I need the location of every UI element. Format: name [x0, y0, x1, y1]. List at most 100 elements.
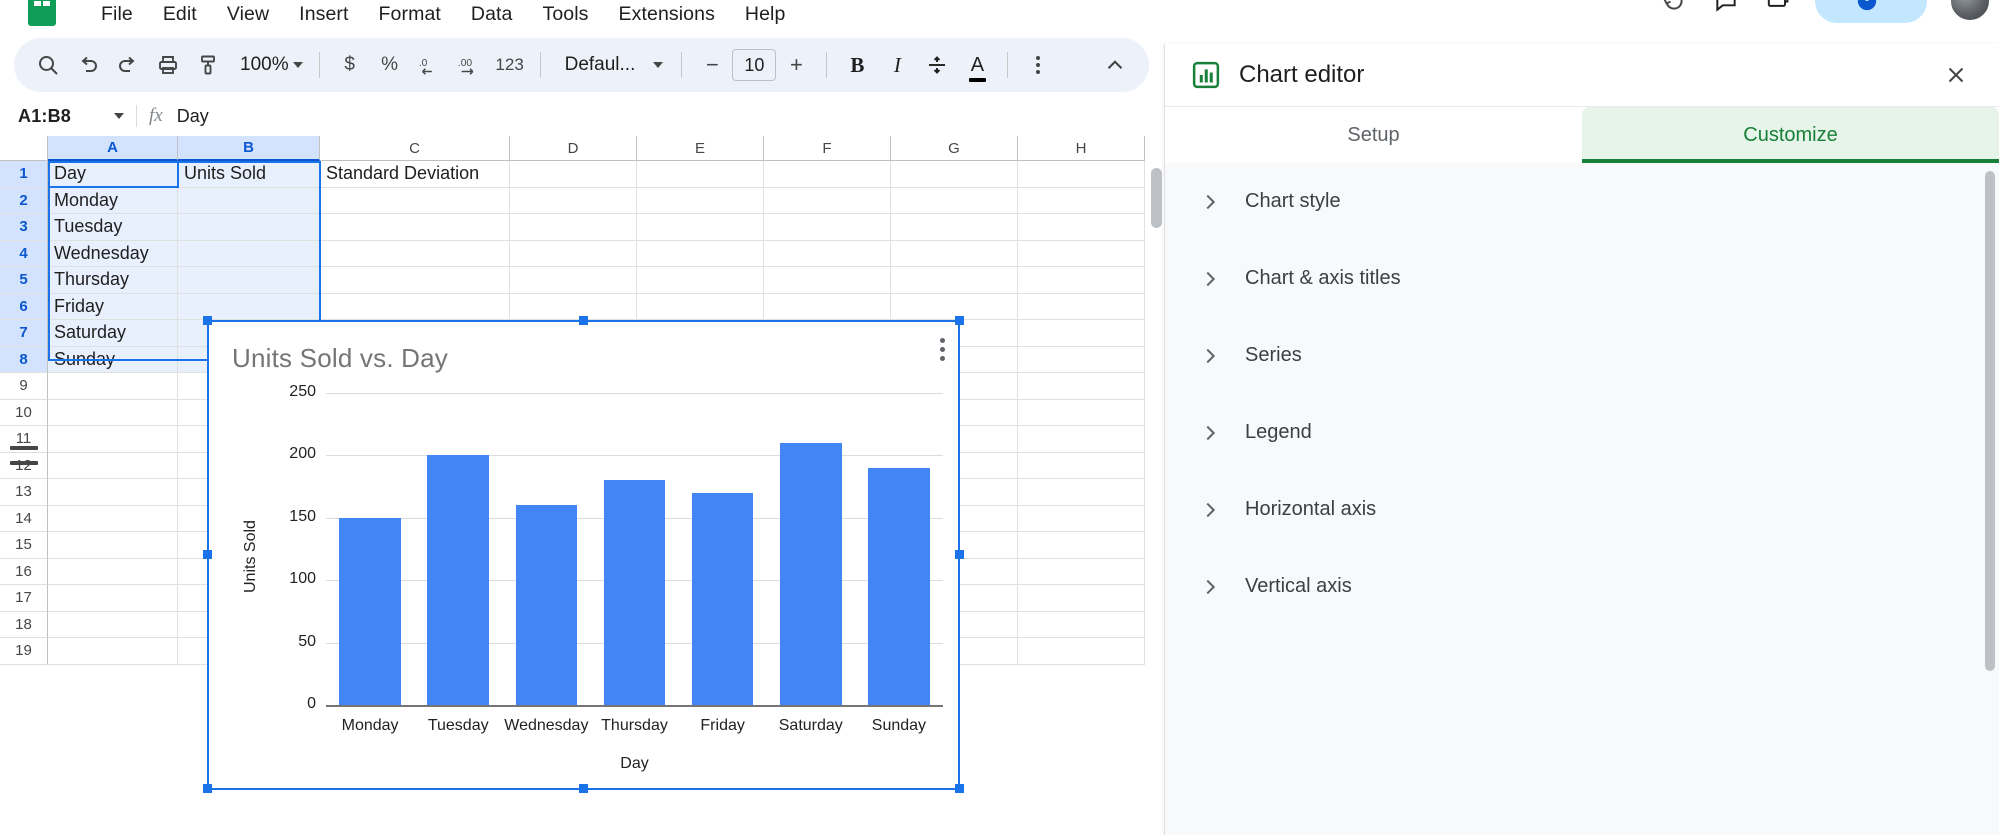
cell-E3[interactable] [637, 214, 764, 241]
row-header-14[interactable]: 14 [0, 505, 48, 532]
cell-A4[interactable]: Wednesday [48, 240, 178, 267]
cell-A15[interactable] [48, 532, 178, 559]
cell-H11[interactable] [1018, 426, 1145, 453]
column-header-b[interactable]: B [178, 136, 320, 161]
text-color-button[interactable]: A [957, 45, 997, 85]
row-header-8[interactable]: 8 [0, 346, 48, 373]
cell-E6[interactable] [637, 293, 764, 320]
cell-D6[interactable] [510, 293, 637, 320]
vertical-scrollbar[interactable] [1151, 168, 1162, 228]
menu-tools[interactable]: Tools [528, 0, 604, 30]
cell-H9[interactable] [1018, 373, 1145, 400]
row-header-7[interactable]: 7 [0, 320, 48, 347]
cell-D3[interactable] [510, 214, 637, 241]
number-format-button[interactable]: 123 [490, 45, 530, 85]
cell-C3[interactable] [320, 214, 510, 241]
row-header-16[interactable]: 16 [0, 558, 48, 585]
cell-B4[interactable] [178, 240, 320, 267]
cell-B2[interactable] [178, 187, 320, 214]
cell-H13[interactable] [1018, 479, 1145, 506]
menu-format[interactable]: Format [364, 0, 456, 30]
cell-A9[interactable] [48, 373, 178, 400]
strikethrough-icon[interactable] [917, 45, 957, 85]
increase-decimal-button[interactable]: .00 [450, 45, 490, 85]
cell-A14[interactable] [48, 505, 178, 532]
tab-setup[interactable]: Setup [1165, 107, 1582, 163]
menu-edit[interactable]: Edit [148, 0, 212, 30]
cell-G5[interactable] [891, 267, 1018, 294]
section-series[interactable]: Series [1165, 317, 1999, 394]
cell-A2[interactable]: Monday [48, 187, 178, 214]
menu-extensions[interactable]: Extensions [604, 0, 730, 30]
cell-G1[interactable] [891, 161, 1018, 188]
cell-A8[interactable]: Sunday [48, 346, 178, 373]
increase-font-size-button[interactable]: + [776, 45, 816, 85]
cell-H16[interactable] [1018, 558, 1145, 585]
undo-icon[interactable] [68, 45, 108, 85]
row-resize-indicator-top[interactable] [10, 446, 38, 450]
row-header-9[interactable]: 9 [0, 373, 48, 400]
cell-A12[interactable] [48, 452, 178, 479]
cell-H18[interactable] [1018, 611, 1145, 638]
decrease-decimal-button[interactable]: .0 [410, 45, 450, 85]
cell-H10[interactable] [1018, 399, 1145, 426]
chart-object[interactable]: Units Sold vs. Day 0 50 100 150 200 250 Monday… [207, 320, 960, 790]
row-header-1[interactable]: 1 [0, 161, 48, 188]
chevron-up-icon[interactable] [1095, 45, 1135, 85]
cell-H3[interactable] [1018, 214, 1145, 241]
cell-F6[interactable] [764, 293, 891, 320]
cell-D1[interactable] [510, 161, 637, 188]
cell-H15[interactable] [1018, 532, 1145, 559]
avatar[interactable] [1949, 0, 1991, 22]
zoom-control[interactable]: 100% [228, 45, 309, 85]
row-header-12[interactable]: 12 [0, 452, 48, 479]
google-sheets-icon[interactable] [22, 0, 62, 30]
bold-button[interactable]: B [837, 45, 877, 85]
chart-handle-ne[interactable] [955, 316, 964, 325]
menu-help[interactable]: Help [730, 0, 801, 30]
column-header-a[interactable]: A [48, 136, 178, 161]
redo-icon[interactable] [108, 45, 148, 85]
menu-file[interactable]: File [86, 0, 148, 30]
chart-handle-w[interactable] [203, 550, 212, 559]
panel-scrollbar[interactable] [1985, 171, 1995, 671]
cell-C5[interactable] [320, 267, 510, 294]
row-header-17[interactable]: 17 [0, 585, 48, 612]
cell-A1[interactable]: Day [48, 161, 178, 188]
cell-A18[interactable] [48, 611, 178, 638]
chart-handle-sw[interactable] [203, 784, 212, 793]
row-header-4[interactable]: 4 [0, 240, 48, 267]
cell-B6[interactable] [178, 293, 320, 320]
cell-D4[interactable] [510, 240, 637, 267]
cell-B1[interactable]: Units Sold [178, 161, 320, 188]
column-header-e[interactable]: E [637, 136, 764, 161]
column-header-h[interactable]: H [1018, 136, 1145, 161]
formula-input[interactable]: Day [169, 106, 1164, 127]
cell-C6[interactable] [320, 293, 510, 320]
column-header-d[interactable]: D [510, 136, 637, 161]
font-size-input[interactable]: 10 [732, 49, 777, 81]
chart-handle-s[interactable] [579, 784, 588, 793]
paint-format-icon[interactable] [188, 45, 228, 85]
cell-A6[interactable]: Friday [48, 293, 178, 320]
row-header-13[interactable]: 13 [0, 479, 48, 506]
cell-H5[interactable] [1018, 267, 1145, 294]
cell-A13[interactable] [48, 479, 178, 506]
cell-E1[interactable] [637, 161, 764, 188]
menu-insert[interactable]: Insert [284, 0, 363, 30]
percent-format-button[interactable]: % [370, 45, 410, 85]
section-horizontal-axis[interactable]: Horizontal axis [1165, 471, 1999, 548]
cell-H19[interactable] [1018, 638, 1145, 665]
cell-F4[interactable] [764, 240, 891, 267]
column-header-g[interactable]: G [891, 136, 1018, 161]
cell-C2[interactable] [320, 187, 510, 214]
cell-A3[interactable]: Tuesday [48, 214, 178, 241]
more-vertical-icon[interactable] [1018, 45, 1058, 85]
decrease-font-size-button[interactable]: − [692, 45, 732, 85]
cell-F3[interactable] [764, 214, 891, 241]
cell-H6[interactable] [1018, 293, 1145, 320]
cell-A7[interactable]: Saturday [48, 320, 178, 347]
cell-C4[interactable] [320, 240, 510, 267]
cell-G4[interactable] [891, 240, 1018, 267]
cell-A5[interactable]: Thursday [48, 267, 178, 294]
